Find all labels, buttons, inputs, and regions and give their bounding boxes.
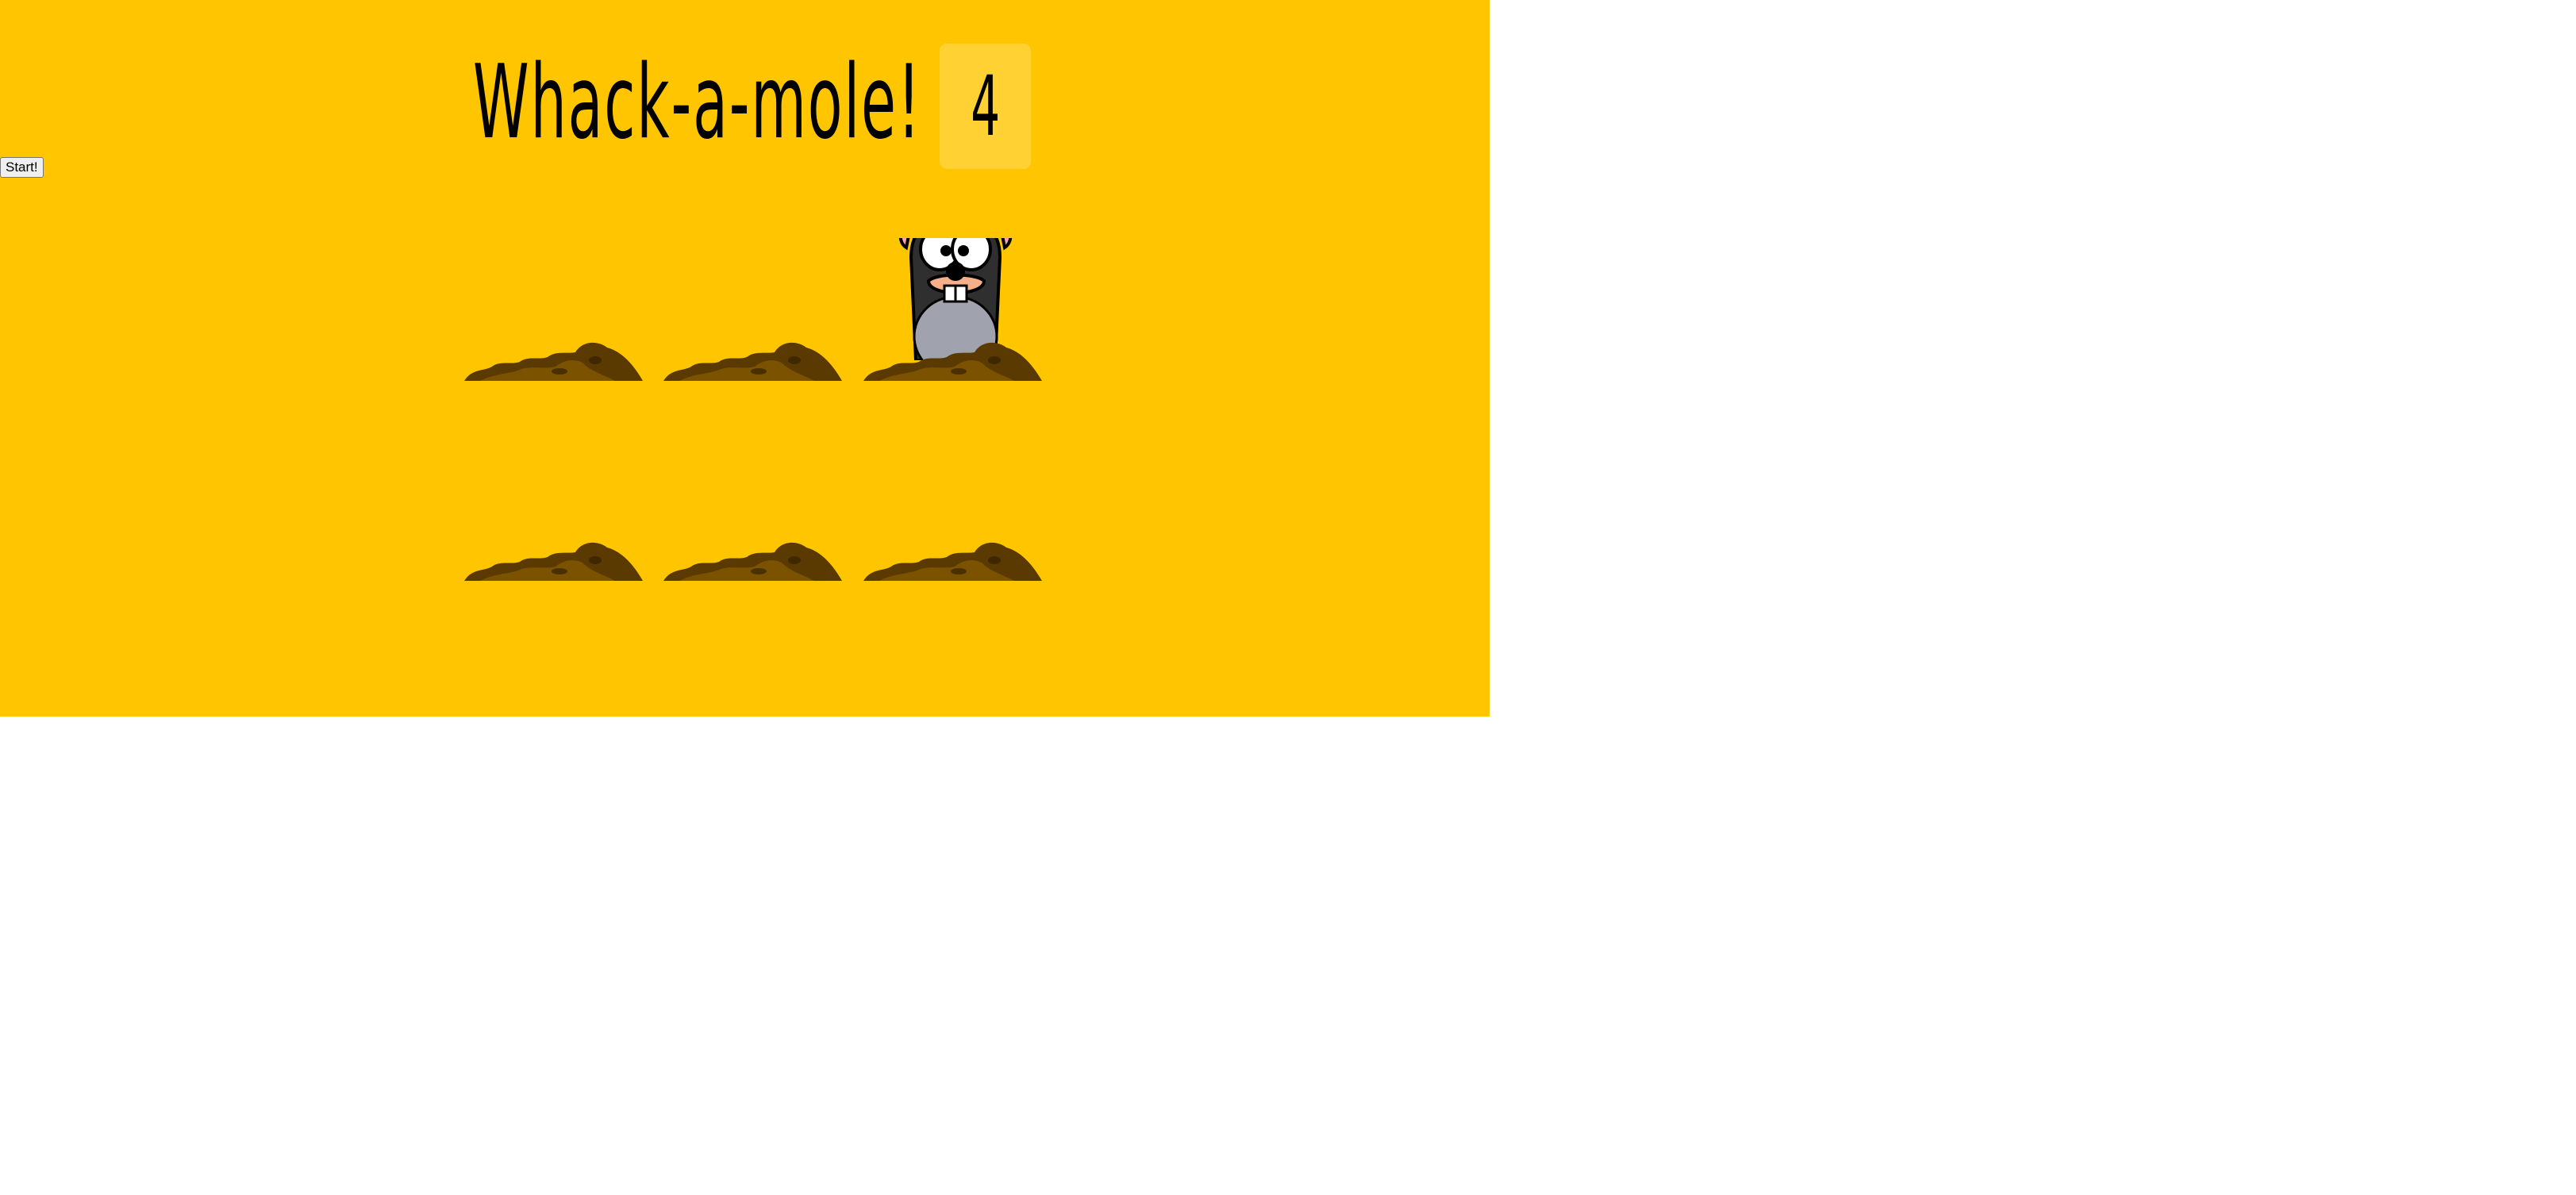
dirt-mound-icon bbox=[663, 542, 842, 581]
game-title: Whack-a-mole! bbox=[473, 44, 922, 162]
dirt-mound-icon bbox=[863, 342, 1042, 381]
dirt-mound-icon bbox=[464, 542, 643, 581]
score-value: 4 bbox=[971, 58, 1000, 155]
hole-4[interactable] bbox=[464, 438, 643, 581]
start-button[interactable]: Start! bbox=[0, 157, 44, 178]
hole-3[interactable] bbox=[863, 238, 1042, 381]
hole-6[interactable] bbox=[863, 438, 1042, 581]
hole-2[interactable] bbox=[663, 238, 842, 381]
dirt-mound-icon bbox=[663, 342, 842, 381]
hole-5[interactable] bbox=[663, 438, 842, 581]
hole-1[interactable] bbox=[464, 238, 643, 381]
score-box: 4 bbox=[940, 44, 1031, 169]
game-stage: Start! Whack-a-mole! 4 bbox=[0, 0, 1490, 717]
dirt-mound-icon bbox=[464, 342, 643, 381]
dirt-mound-icon bbox=[863, 542, 1042, 581]
